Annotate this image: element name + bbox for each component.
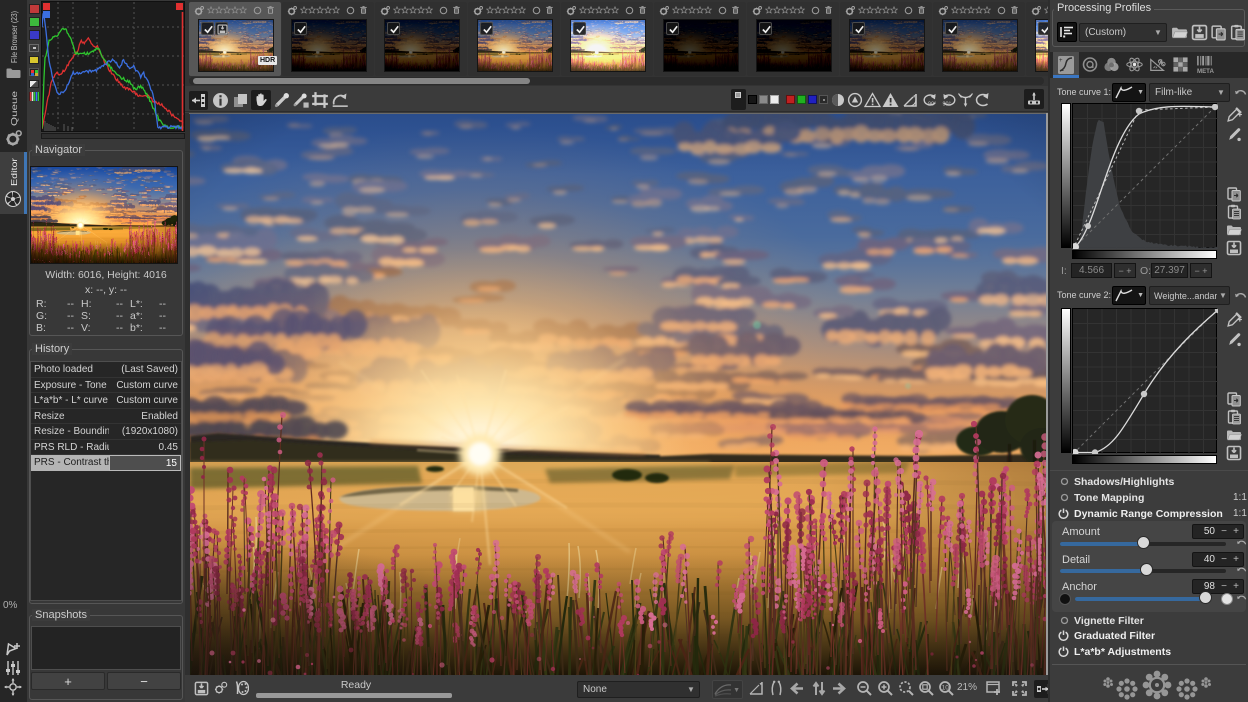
svg-text:−: − bbox=[1060, 68, 1064, 75]
svg-text:Queue: Queue bbox=[9, 91, 19, 126]
svg-text:10: 10 bbox=[942, 685, 950, 692]
svg-text:+: + bbox=[1059, 58, 1063, 64]
svg-text:META: META bbox=[1197, 68, 1215, 74]
svg-text:Editor: Editor bbox=[9, 158, 19, 186]
svg-text:90°: 90° bbox=[928, 102, 936, 108]
svg-text:File Browser (23): File Browser (23) bbox=[9, 11, 19, 63]
svg-text:90°: 90° bbox=[943, 102, 951, 108]
